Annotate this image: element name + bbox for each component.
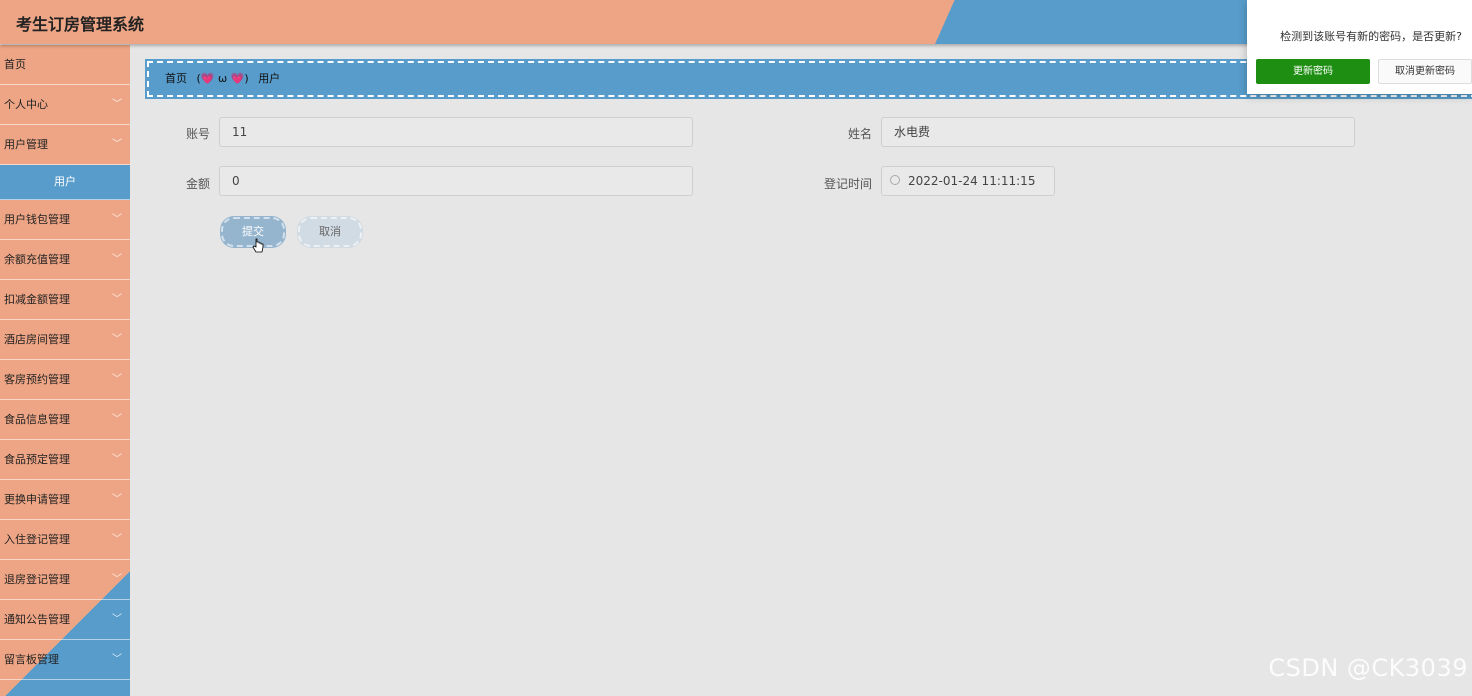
sidebar-item-label: 余额充值管理 [4,253,70,266]
sidebar-item-label: 酒店房间管理 [4,333,70,346]
cancel-button[interactable]: 取消 [297,216,363,248]
chevron-down-icon: ﹀ [112,654,122,665]
chevron-down-icon: ﹀ [112,214,122,225]
sidebar-item-label: 食品信息管理 [4,413,70,426]
chevron-down-icon: ﹀ [112,294,122,305]
time-label: 登记时间 [823,177,872,191]
sidebar-item-label: 留言板管理 [4,653,59,666]
chevron-down-icon: ﹀ [112,414,122,425]
chevron-down-icon: ﹀ [112,614,122,625]
time-picker[interactable]: 2022-01-24 11:11:15 [881,166,1055,196]
sidebar-item-checkin[interactable]: 入住登记管理 ﹀ [0,520,130,560]
sidebar-item-label: 用户管理 [4,138,48,151]
name-field[interactable]: 水电费 [881,117,1355,147]
app-title: 考生订房管理系统 [16,15,145,34]
sidebar-item-user-management[interactable]: 用户管理 ﹀ [0,125,130,165]
amount-field[interactable]: 0 [219,166,693,196]
sidebar-item-food-order[interactable]: 食品预定管理 ﹀ [0,440,130,480]
account-field[interactable]: 11 [219,117,693,147]
sidebar-item-change-request[interactable]: 更换申请管理 ﹀ [0,480,130,520]
sidebar-item-recharge[interactable]: 余额充值管理 ﹀ [0,240,130,280]
sidebar-item-label: 首页 [4,58,26,71]
sidebar-item-label: 客房预约管理 [4,373,70,386]
name-label: 姓名 [847,127,872,141]
popup-message: 检测到该账号有新的密码，是否更新? [1280,30,1462,43]
sidebar-item-label: 入住登记管理 [4,533,70,546]
chevron-down-icon: ﹀ [112,374,122,385]
amount-label: 金额 [185,177,210,191]
clock-icon [890,175,900,185]
sidebar-item-announcements[interactable]: 通知公告管理 ﹀ [0,600,130,640]
sidebar-subitem-user[interactable]: 用户 [0,165,130,200]
sidebar-item-home[interactable]: 首页 [0,45,130,85]
time-value: 2022-01-24 11:11:15 [908,174,1036,188]
chevron-down-icon: ﹀ [112,494,122,505]
sidebar-item-wallet[interactable]: 用户钱包管理 ﹀ [0,200,130,240]
sidebar-item-label: 食品预定管理 [4,453,70,466]
sidebar-item-label: 个人中心 [4,98,48,111]
chevron-down-icon: ﹀ [112,139,122,150]
breadcrumb-separator: (💗 ω 💗) [196,72,249,85]
sidebar: 首页 个人中心 ﹀ 用户管理 ﹀ 用户 用户钱包管理 ﹀ 余额充值管理 ﹀ 扣减金额管理… [0,45,130,696]
sidebar-item-food-info[interactable]: 食品信息管理 ﹀ [0,400,130,440]
chevron-down-icon: ﹀ [112,574,122,585]
sidebar-item-room-booking[interactable]: 客房预约管理 ﹀ [0,360,130,400]
update-password-button[interactable]: 更新密码 [1256,59,1370,84]
chevron-down-icon: ﹀ [112,254,122,265]
password-update-popup: 检测到该账号有新的密码，是否更新? 更新密码 取消更新密码 [1247,0,1472,94]
sidebar-item-label: 更换申请管理 [4,493,70,506]
sidebar-item-deduction[interactable]: 扣减金额管理 ﹀ [0,280,130,320]
hand-cursor-icon [252,238,264,253]
sidebar-item-personal-center[interactable]: 个人中心 ﹀ [0,85,130,125]
sidebar-item-label: 退房登记管理 [4,573,70,586]
sidebar-item-checkout[interactable]: 退房登记管理 ﹀ [0,560,130,600]
chevron-down-icon: ﹀ [112,454,122,465]
cancel-update-button[interactable]: 取消更新密码 [1378,59,1472,84]
breadcrumb-home[interactable]: 首页 [165,72,187,85]
chevron-down-icon: ﹀ [112,99,122,110]
watermark: CSDN @CK3039 [1268,654,1468,682]
account-label: 账号 [185,127,210,141]
sidebar-item-label: 扣减金额管理 [4,293,70,306]
breadcrumb-current: 用户 [258,72,281,85]
sidebar-item-hotel-rooms[interactable]: 酒店房间管理 ﹀ [0,320,130,360]
chevron-down-icon: ﹀ [112,534,122,545]
chevron-down-icon: ﹀ [112,334,122,345]
sidebar-item-message-board[interactable]: 留言板管理 ﹀ [0,640,130,680]
sidebar-item-label: 用户钱包管理 [4,213,70,226]
sidebar-item-label: 通知公告管理 [4,613,70,626]
